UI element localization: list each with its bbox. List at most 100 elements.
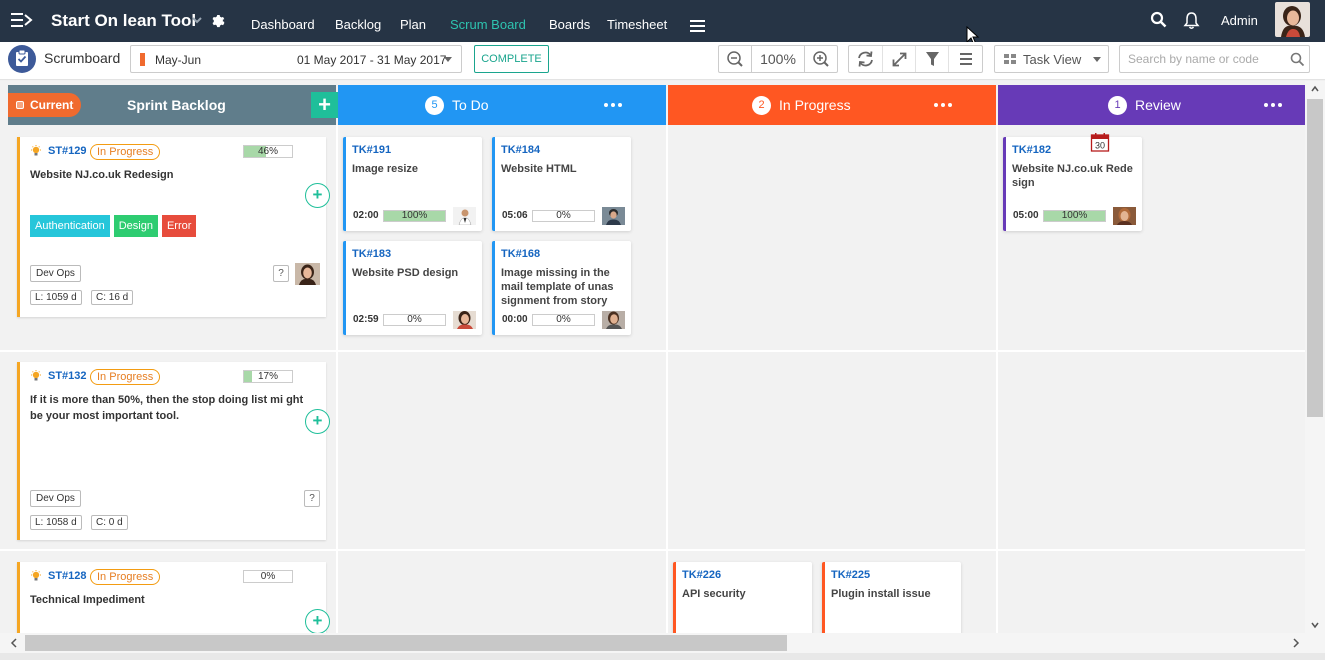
story-bulb-icon (31, 145, 41, 156)
task-progress-bar: 0% (532, 210, 595, 222)
task-id[interactable]: TK#168 (501, 248, 540, 260)
nav-boards[interactable]: Boards (549, 17, 590, 32)
story-card[interactable]: ST#129 In Progress 46% Website NJ.co.uk … (17, 137, 330, 317)
column-divider (666, 125, 668, 633)
horizontal-scroll-thumb[interactable] (25, 635, 787, 651)
story-card[interactable]: ST#128 In Progress 0% Technical Impedime… (17, 562, 330, 633)
in-progress-column-header: 2 In Progress (668, 85, 996, 125)
story-title: If it is more than 50%, then the stop do… (30, 394, 304, 422)
menu-toggle-icon[interactable] (11, 11, 33, 29)
task-card[interactable]: TK#168 Image missing in the mail templat… (492, 241, 631, 335)
vertical-scrollbar[interactable] (1305, 81, 1325, 633)
scroll-right-icon[interactable] (1292, 638, 1300, 648)
task-id[interactable]: TK#183 (352, 248, 391, 260)
todo-more-icon[interactable] (604, 96, 626, 112)
current-label: Current (30, 98, 74, 112)
story-id[interactable]: ST#129 (48, 145, 87, 157)
nav-scrum-board[interactable]: Scrum Board (450, 17, 526, 32)
zoom-out-icon (727, 51, 743, 67)
task-card[interactable]: TK#183 Website PSD design 02:59 0% (343, 241, 482, 335)
app-title[interactable]: Start On lean Tool (51, 11, 196, 31)
nav-dashboard[interactable]: Dashboard (251, 17, 315, 32)
in-progress-more-icon[interactable] (934, 96, 956, 112)
task-title: Image resize (352, 163, 419, 175)
horizontal-scrollbar[interactable] (0, 633, 1305, 653)
story-bulb-icon (31, 570, 41, 581)
task-id[interactable]: TK#225 (831, 569, 870, 581)
avatar[interactable] (453, 207, 476, 225)
user-avatar[interactable] (1275, 2, 1310, 37)
search-input[interactable] (1128, 51, 1278, 67)
review-count: 1 (1108, 96, 1127, 115)
story-id[interactable]: ST#128 (48, 570, 87, 582)
avatar[interactable] (602, 207, 625, 225)
task-id[interactable]: TK#191 (352, 144, 391, 156)
filter-button[interactable] (915, 46, 948, 72)
scroll-left-icon[interactable] (10, 638, 18, 648)
task-card[interactable]: TK#184 Website HTML 05:06 0% (492, 137, 631, 231)
task-id[interactable]: TK#184 (501, 144, 540, 156)
add-task-icon[interactable]: + (305, 409, 330, 434)
board-tools (848, 45, 983, 73)
refresh-button[interactable] (849, 46, 882, 72)
top-navbar: Start On lean Tool Dashboard Backlog Pla… (0, 0, 1325, 42)
zoom-in-button[interactable] (804, 46, 837, 72)
help-icon[interactable]: ? (304, 490, 320, 507)
search-icon[interactable] (1290, 52, 1305, 67)
chevron-down-icon[interactable] (191, 14, 203, 26)
list-options-button[interactable] (948, 46, 981, 72)
task-card[interactable]: 30 TK#182 Website NJ.co.uk Rede sign 05:… (1003, 133, 1142, 231)
nav-plan[interactable]: Plan (400, 17, 426, 32)
task-title: Plugin install issue (831, 588, 931, 600)
current-sprint-badge[interactable]: Current (8, 93, 81, 117)
todo-count: 5 (425, 96, 444, 115)
task-card[interactable]: TK#191 Image resize 02:00 100% (343, 137, 482, 231)
nav-timesheet[interactable]: Timesheet (607, 17, 667, 32)
task-id[interactable]: TK#226 (682, 569, 721, 581)
sprint-select[interactable]: May-Jun 01 May 2017 - 31 May 2017 (130, 45, 462, 73)
task-card[interactable]: TK#226 API security (673, 562, 812, 633)
bottom-strip (0, 653, 1325, 660)
task-progress-bar: 100% (1043, 210, 1106, 222)
cycle-time: C: 16 d (91, 290, 134, 305)
add-task-icon[interactable]: + (305, 609, 330, 633)
avatar[interactable] (453, 311, 476, 329)
scroll-up-icon[interactable] (1311, 85, 1319, 93)
story-progress-bar: 46% (243, 145, 293, 158)
tag-authentication[interactable]: Authentication (30, 215, 110, 237)
tag-error[interactable]: Error (161, 215, 197, 237)
nav-backlog[interactable]: Backlog (335, 17, 381, 32)
refresh-icon (858, 51, 873, 67)
todo-column-header: 5 To Do (338, 85, 666, 125)
bell-icon[interactable] (1183, 11, 1200, 30)
help-icon[interactable]: ? (273, 265, 289, 282)
sprint-backlog-header: Current Sprint Backlog + (8, 85, 338, 125)
avatar[interactable] (295, 263, 320, 285)
calendar-icon[interactable]: 30 (1090, 132, 1110, 152)
add-task-icon[interactable]: + (305, 183, 330, 208)
search-icon[interactable] (1150, 11, 1167, 28)
story-card[interactable]: ST#132 In Progress 17% If it is more tha… (17, 362, 330, 540)
user-name[interactable]: Admin (1221, 13, 1258, 28)
complete-button[interactable]: COMPLETE (474, 45, 549, 73)
status-badge: In Progress (90, 144, 161, 160)
scroll-down-icon[interactable] (1311, 621, 1319, 629)
zoom-out-button[interactable] (719, 46, 752, 72)
expand-button[interactable] (882, 46, 915, 72)
tag-design[interactable]: Design (113, 215, 158, 237)
task-title: API security (682, 588, 746, 600)
vertical-scroll-thumb[interactable] (1307, 99, 1323, 417)
avatar[interactable] (602, 311, 625, 329)
gear-icon[interactable] (209, 12, 226, 29)
task-time: 02:00 (353, 210, 379, 221)
view-select[interactable]: Task View (994, 45, 1109, 73)
task-card[interactable]: TK#225 Plugin install issue (822, 562, 961, 633)
story-id[interactable]: ST#132 (48, 370, 87, 382)
task-progress-bar: 100% (383, 210, 446, 222)
review-more-icon[interactable] (1264, 96, 1286, 112)
task-id[interactable]: TK#182 (1012, 144, 1051, 156)
more-menu-icon[interactable] (690, 19, 705, 32)
in-progress-label: In Progress (779, 97, 851, 113)
add-story-button[interactable]: + (311, 92, 338, 118)
avatar[interactable] (1113, 207, 1136, 225)
